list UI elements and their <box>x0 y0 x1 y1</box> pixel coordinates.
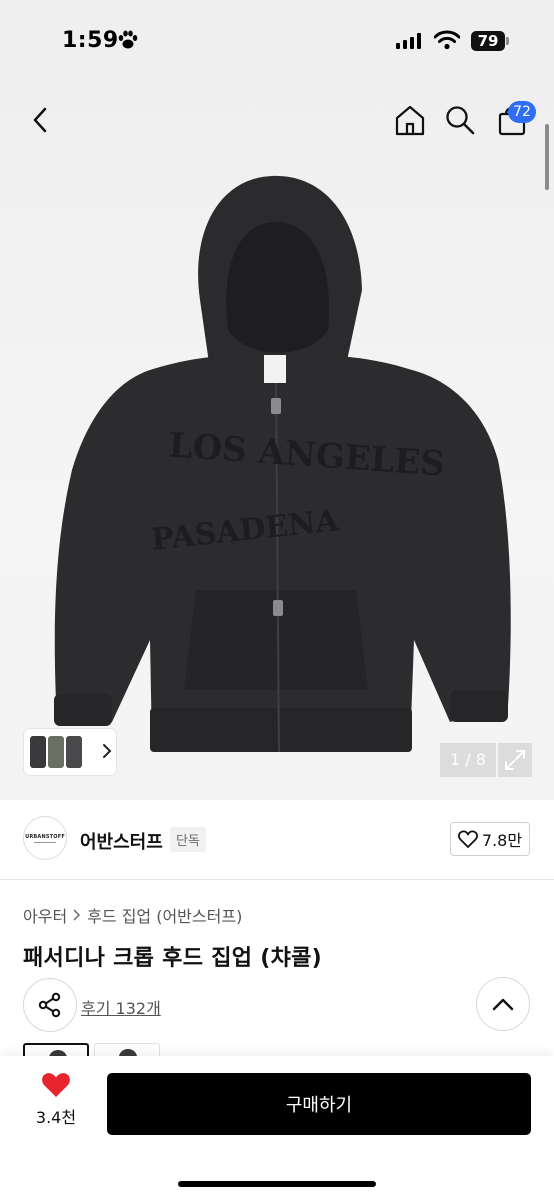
search-button[interactable] <box>441 100 479 140</box>
thumbnail-3[interactable] <box>66 736 82 768</box>
brand-logo[interactable]: URBANSTOFF <box>23 816 67 860</box>
home-indicator <box>178 1181 376 1187</box>
cart-count-badge: 72 <box>508 101 536 123</box>
chevron-left-icon <box>33 107 47 133</box>
home-button[interactable] <box>391 100 429 140</box>
exclusive-badge: 단독 <box>170 827 206 852</box>
home-icon <box>395 105 425 136</box>
brand-row: URBANSTOFF 어반스터프 단독 7.8만 <box>0 800 554 880</box>
bottom-action-bar: 3.4천 구매하기 <box>0 1056 554 1200</box>
search-icon <box>446 106 475 135</box>
buy-button[interactable]: 구매하기 <box>107 1073 531 1135</box>
share-icon <box>38 992 61 1018</box>
reviews-link[interactable]: 후기 132개 <box>81 995 161 1019</box>
expand-button[interactable] <box>498 743 532 777</box>
scrollbar[interactable] <box>545 124 549 190</box>
back-button[interactable] <box>22 100 58 140</box>
wishlist-button[interactable]: 3.4천 <box>30 1072 82 1138</box>
chevron-right-icon <box>103 744 112 758</box>
expand-icon <box>505 750 525 770</box>
thumbnail-2[interactable] <box>48 736 64 768</box>
paw-icon <box>118 30 138 49</box>
cellular-signal-icon <box>396 33 421 49</box>
image-counter: 1 / 8 <box>440 743 496 777</box>
product-title: 패서디나 크롭 후드 집업 (챠콜) <box>23 946 323 971</box>
wishlist-count: 3.4천 <box>35 1108 77 1127</box>
brand-like-button[interactable]: 7.8만 <box>450 822 530 856</box>
breadcrumb-category[interactable]: 아우터 <box>23 903 67 927</box>
status-time: 1:59 <box>62 28 119 53</box>
thumbnail-1[interactable] <box>30 736 46 768</box>
brand-like-count: 7.8만 <box>481 831 523 850</box>
brand-name[interactable]: 어반스터프 <box>80 828 163 854</box>
scroll-top-button[interactable] <box>476 977 530 1031</box>
wifi-icon <box>434 30 460 50</box>
status-bar: 1:59 79 <box>0 0 554 84</box>
breadcrumb-subcategory[interactable]: 후드 집업 (어반스터프) <box>87 903 242 927</box>
battery-tip <box>506 37 509 45</box>
thumbnail-strip[interactable] <box>24 729 116 775</box>
battery-indicator: 79 <box>471 31 505 51</box>
share-button[interactable] <box>23 978 77 1032</box>
hoodie-illustration: LOS ANGELES PASADENA <box>54 175 511 753</box>
breadcrumb: 아우터 후드 집업 (어반스터프) <box>23 903 242 927</box>
chevron-up-icon <box>492 998 514 1011</box>
heart-outline-icon <box>457 830 478 848</box>
chevron-right-icon <box>73 909 81 921</box>
heart-icon <box>42 1073 70 1097</box>
product-image[interactable]: LOS ANGELES PASADENA <box>0 84 554 800</box>
